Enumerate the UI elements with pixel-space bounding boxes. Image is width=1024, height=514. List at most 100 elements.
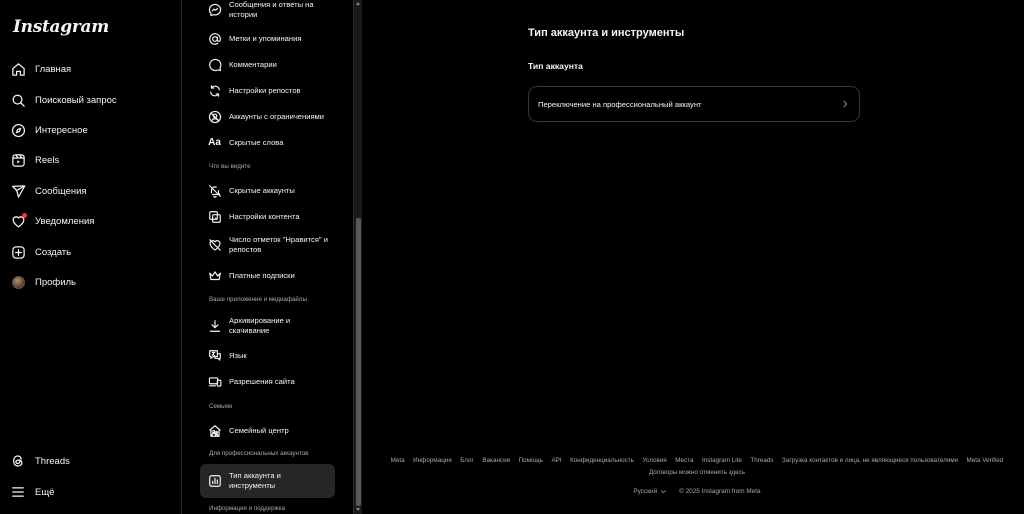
page-title: Тип аккаунта и инструменты xyxy=(528,27,685,39)
nav-item-profile[interactable]: Профиль xyxy=(10,269,76,295)
nav-item-label: Профиль xyxy=(35,276,77,288)
language-select[interactable]: Русский xyxy=(633,488,667,495)
threads-icon xyxy=(10,453,26,469)
footer-links: Meta Информация Блог Вакансии Помощь API… xyxy=(382,456,1012,477)
settings-item-family-center[interactable]: Семейный центр xyxy=(207,423,329,438)
section-support: Информация и поддержка xyxy=(209,505,285,512)
chevron-right-icon xyxy=(841,100,849,108)
settings-item-site-permissions[interactable]: Разрешения сайта xyxy=(207,374,329,389)
settings-item-account-type-tools[interactable]: Тип аккаунта и инструменты xyxy=(207,471,329,490)
messages-icon xyxy=(10,183,26,199)
section-family: Семьям xyxy=(209,403,232,410)
settings-item-repost-settings[interactable]: Настройки репостов xyxy=(207,83,329,98)
search-icon xyxy=(10,92,26,108)
nav-item-notifications[interactable]: Уведомления xyxy=(10,208,94,234)
comment-icon xyxy=(207,57,222,72)
heart-icon xyxy=(10,213,27,229)
settings-item-label: Настройки контента xyxy=(229,211,300,221)
footer-link[interactable]: API xyxy=(551,456,561,465)
nav-item-reels[interactable]: Reels xyxy=(10,147,59,173)
nav-item-more[interactable]: Ещё xyxy=(10,479,54,505)
settings-item-muted-accounts[interactable]: Скрытые аккаунты xyxy=(207,183,329,198)
menu-icon xyxy=(10,484,26,500)
compass-icon xyxy=(10,122,26,138)
settings-item-like-count[interactable]: Число отметок "Нравится" и репостов xyxy=(207,235,329,254)
language-icon xyxy=(207,348,222,363)
nav-item-search[interactable]: Поисковый запрос xyxy=(10,87,117,113)
avatar xyxy=(10,274,26,290)
footer-link[interactable]: Места xyxy=(675,456,693,465)
footer-link[interactable]: Информация xyxy=(413,456,452,465)
section-title: Тип аккаунта xyxy=(528,61,583,71)
settings-item-subscriptions[interactable]: Платные подписки xyxy=(207,268,329,283)
home-icon xyxy=(10,61,26,77)
instagram-logo[interactable]: Instagram xyxy=(13,17,109,37)
settings-item-label: Разрешения сайта xyxy=(229,376,295,386)
switch-label: Переключение на профессиональный аккаунт xyxy=(538,99,702,109)
nav-item-label: Сообщения xyxy=(35,185,87,197)
footer-link[interactable]: Условия xyxy=(642,456,666,465)
chevron-down-icon xyxy=(660,488,667,495)
at-icon xyxy=(207,31,222,46)
nav-item-threads[interactable]: Threads xyxy=(10,448,70,474)
settings-scrollbar[interactable] xyxy=(353,0,362,514)
nav-item-label: Создать xyxy=(35,246,72,258)
restricted-icon xyxy=(207,109,222,124)
footer-link[interactable]: Вакансии xyxy=(482,456,510,465)
nav-item-label: Поисковый запрос xyxy=(35,94,117,106)
settings-item-label: Скрытые слова xyxy=(229,137,284,147)
repost-icon xyxy=(207,83,222,98)
settings-item-label: Метки и упоминания xyxy=(229,33,302,43)
nav-item-label: Ещё xyxy=(35,486,55,498)
settings-sidebar: Сообщения и ответы на истории Метки и уп… xyxy=(183,0,353,514)
settings-item-archive-download[interactable]: Архивирование и скачивание xyxy=(207,316,329,335)
language-label: Русский xyxy=(633,488,658,495)
settings-item-label: Сообщения и ответы на истории xyxy=(229,0,314,19)
nav-item-messages[interactable]: Сообщения xyxy=(10,178,87,204)
footer-link[interactable]: Загрузка контактов и лица, не являющиеся… xyxy=(782,456,958,465)
nav-item-home[interactable]: Главная xyxy=(10,56,71,82)
settings-item-label: Комментарии xyxy=(229,59,277,69)
footer-link[interactable]: Instagram Lite xyxy=(702,456,742,465)
section-professional: Для профессиональных аккаунтов xyxy=(209,450,309,457)
content-icon xyxy=(207,209,222,224)
settings-item-label: Язык xyxy=(229,350,247,360)
nav-item-create[interactable]: Создать xyxy=(10,239,71,265)
footer-link[interactable]: Блог xyxy=(460,456,474,465)
footer-link[interactable]: Договоры можно отменить здесь xyxy=(649,468,745,477)
notification-dot xyxy=(22,213,27,218)
footer-link[interactable]: Помощь xyxy=(519,456,543,465)
scroll-down-arrow[interactable] xyxy=(356,508,360,511)
nav-item-label: Threads xyxy=(35,455,70,467)
footer-link[interactable]: Threads xyxy=(750,456,773,465)
settings-item-comments[interactable]: Комментарии xyxy=(207,57,329,72)
settings-item-messages-replies[interactable]: Сообщения и ответы на истории xyxy=(207,0,329,19)
left-navigation: Instagram Главная Поисковый запрос Интер… xyxy=(0,0,182,514)
muted-icon xyxy=(207,183,222,198)
scroll-up-arrow[interactable] xyxy=(356,2,360,5)
switch-to-professional-button[interactable]: Переключение на профессиональный аккаунт xyxy=(528,86,860,122)
section-app-media: Ваше приложение и медиафайлы xyxy=(209,296,307,303)
family-icon xyxy=(207,423,222,438)
text-aa-icon: Aa xyxy=(208,137,221,148)
settings-item-content-preferences[interactable]: Настройки контента xyxy=(207,209,329,224)
nav-item-label: Интересное xyxy=(35,124,88,136)
scroll-thumb[interactable] xyxy=(356,218,361,506)
footer-link[interactable]: Meta xyxy=(391,456,405,465)
settings-item-label: Платные подписки xyxy=(229,270,295,280)
footer-link[interactable]: Meta Verified xyxy=(967,456,1004,465)
download-icon xyxy=(207,318,222,333)
nav-item-label: Главная xyxy=(35,63,72,75)
messenger-icon xyxy=(207,2,222,17)
settings-item-tags-mentions[interactable]: Метки и упоминания xyxy=(207,31,329,46)
chart-icon xyxy=(207,473,222,488)
settings-item-restricted[interactable]: Аккаунты с ограничениями xyxy=(207,109,329,124)
settings-item-label: Семейный центр xyxy=(229,425,289,435)
nav-item-explore[interactable]: Интересное xyxy=(10,117,88,143)
footer-bottom: Русский © 2025 Instagram from Meta xyxy=(382,488,1012,495)
settings-item-language[interactable]: Язык xyxy=(207,348,329,363)
settings-item-hidden-words[interactable]: Aa Скрытые слова xyxy=(207,135,329,150)
create-icon xyxy=(10,244,26,260)
footer-link[interactable]: Конфиденциальность xyxy=(570,456,634,465)
nav-item-label: Уведомления xyxy=(35,215,95,227)
